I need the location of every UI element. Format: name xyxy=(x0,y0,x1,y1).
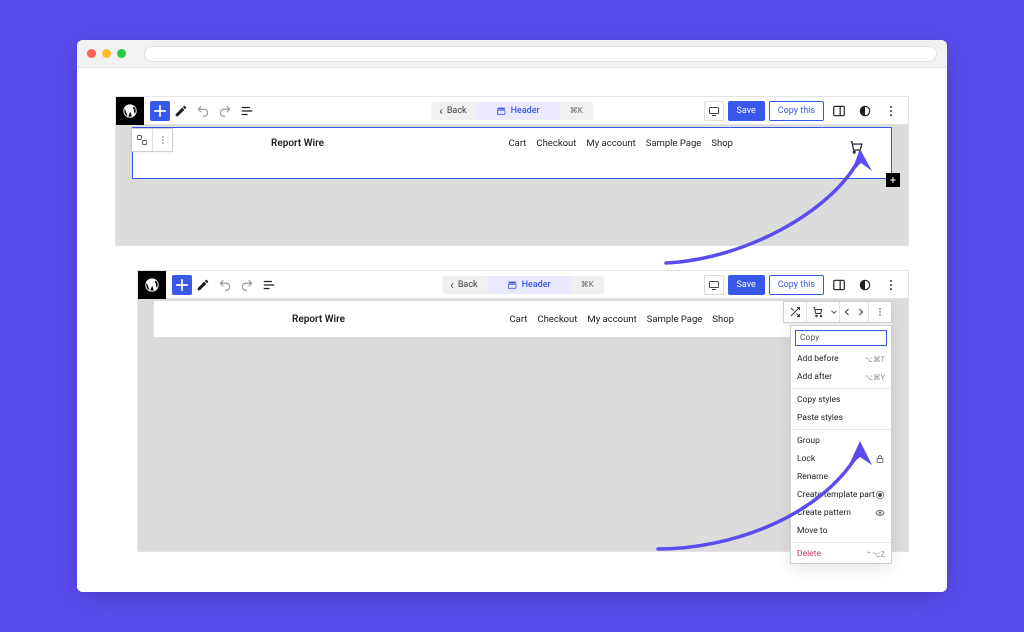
nav-item[interactable]: My account xyxy=(586,138,635,149)
copy-this-button[interactable]: Copy this xyxy=(769,101,824,121)
nav-item[interactable]: Checkout xyxy=(536,138,576,149)
url-bar[interactable] xyxy=(144,46,937,62)
device-preview-icon[interactable] xyxy=(704,275,724,295)
browser-window: Back Header ⌘K Save Copy this xyxy=(77,40,947,592)
menu-search-placeholder: Copy xyxy=(800,333,819,343)
wordpress-logo[interactable] xyxy=(116,97,144,125)
sidebar-toggle-icon[interactable] xyxy=(828,100,850,122)
wordpress-logo[interactable] xyxy=(138,271,166,299)
header-template-part[interactable]: Report Wire Cart Checkout My account Sam… xyxy=(132,127,892,179)
block-more-icon[interactable] xyxy=(869,302,891,322)
block-options-menu: Copy Add before⌥⌘T Add after⌥⌘Y Copy sty… xyxy=(790,325,892,564)
close-dot[interactable] xyxy=(87,49,96,58)
block-toolbar[interactable] xyxy=(783,301,892,323)
editor-toolbar: Back Header ⌘K Save Copy this xyxy=(116,97,908,125)
save-button[interactable]: Save xyxy=(728,101,765,121)
editor-screenshot-2: Back Header ⌘K Save Copy this xyxy=(137,270,909,552)
breadcrumb-current[interactable]: Header xyxy=(477,102,560,120)
menu-add-after[interactable]: Add after⌥⌘Y xyxy=(791,368,891,386)
nav-item[interactable]: Cart xyxy=(508,138,526,149)
styles-icon[interactable] xyxy=(854,100,876,122)
menu-lock[interactable]: Lock xyxy=(791,450,891,468)
template-part-icon xyxy=(875,490,885,500)
nav-menu[interactable]: Cart Checkout My account Sample Page Sho… xyxy=(509,314,734,325)
undo-icon[interactable] xyxy=(214,274,236,296)
breadcrumb-label: Header xyxy=(511,106,540,116)
edit-icon[interactable] xyxy=(170,100,192,122)
append-block-button[interactable]: + xyxy=(886,173,900,187)
minimize-dot[interactable] xyxy=(102,49,111,58)
menu-rename[interactable]: Rename xyxy=(791,468,891,486)
sidebar-toggle-icon[interactable] xyxy=(828,274,850,296)
nav-item[interactable]: Shop xyxy=(711,138,733,149)
editor-toolbar: Back Header ⌘K Save Copy this xyxy=(138,271,908,299)
breadcrumb-label: Header xyxy=(522,280,551,290)
menu-copy-styles[interactable]: Copy styles xyxy=(791,391,891,409)
browser-titlebar xyxy=(77,40,947,68)
block-handle[interactable] xyxy=(131,128,173,152)
cart-icon[interactable] xyxy=(849,140,863,154)
menu-group[interactable]: Group xyxy=(791,432,891,450)
breadcrumb-kbd: ⌘K xyxy=(571,280,604,289)
breadcrumb-current[interactable]: Header xyxy=(488,276,571,294)
nav-item[interactable]: Cart xyxy=(509,314,527,325)
menu-move-to[interactable]: Move to xyxy=(791,522,891,540)
nav-item[interactable]: Shop xyxy=(712,314,734,325)
redo-icon[interactable] xyxy=(214,100,236,122)
editor-canvas-1[interactable]: Report Wire Cart Checkout My account Sam… xyxy=(116,125,908,245)
breadcrumb-kbd: ⌘K xyxy=(560,106,593,115)
menu-add-before[interactable]: Add before⌥⌘T xyxy=(791,350,891,368)
menu-create-pattern[interactable]: Create pattern xyxy=(791,504,891,522)
insert-block-button[interactable] xyxy=(172,275,192,295)
header-template-part[interactable]: Report Wire Cart Checkout My account Sam… xyxy=(154,301,892,337)
nav-item[interactable]: Sample Page xyxy=(646,138,702,149)
copy-this-button[interactable]: Copy this xyxy=(769,275,824,295)
menu-search-input[interactable]: Copy xyxy=(795,330,887,346)
move-left-icon[interactable] xyxy=(840,302,854,322)
nav-item[interactable]: My account xyxy=(587,314,636,325)
pattern-icon xyxy=(875,508,885,518)
styles-icon[interactable] xyxy=(854,274,876,296)
template-breadcrumb[interactable]: Back Header ⌘K xyxy=(442,276,604,294)
menu-delete[interactable]: Delete⌃⌥Z xyxy=(791,545,891,563)
nav-item[interactable]: Checkout xyxy=(537,314,577,325)
list-view-icon[interactable] xyxy=(258,274,280,296)
more-options-icon[interactable] xyxy=(880,100,902,122)
save-button[interactable]: Save xyxy=(728,275,765,295)
block-type-icon[interactable] xyxy=(132,129,152,151)
nav-menu[interactable]: Cart Checkout My account Sample Page Sho… xyxy=(508,138,733,149)
lock-icon xyxy=(875,454,885,464)
more-options-icon[interactable] xyxy=(880,274,902,296)
maximize-dot[interactable] xyxy=(117,49,126,58)
block-shuffle-icon[interactable] xyxy=(784,302,806,322)
menu-paste-styles[interactable]: Paste styles xyxy=(791,409,891,427)
undo-icon[interactable] xyxy=(192,100,214,122)
block-more-icon[interactable] xyxy=(152,129,172,151)
redo-icon[interactable] xyxy=(236,274,258,296)
device-preview-icon[interactable] xyxy=(704,101,724,121)
editor-screenshot-1: Back Header ⌘K Save Copy this xyxy=(115,96,909,246)
list-view-icon[interactable] xyxy=(236,100,258,122)
breadcrumb-back[interactable]: Back xyxy=(431,104,476,118)
site-title[interactable]: Report Wire xyxy=(271,138,324,149)
nav-item[interactable]: Sample Page xyxy=(647,314,703,325)
template-breadcrumb[interactable]: Back Header ⌘K xyxy=(431,102,593,120)
editor-canvas-2[interactable]: Report Wire Cart Checkout My account Sam… xyxy=(138,299,908,551)
menu-create-template-part[interactable]: Create template part xyxy=(791,486,891,504)
page-stage: Back Header ⌘K Save Copy this xyxy=(77,68,947,592)
insert-block-button[interactable] xyxy=(150,101,170,121)
chevron-down-icon[interactable] xyxy=(829,302,839,322)
site-title[interactable]: Report Wire xyxy=(292,314,345,325)
breadcrumb-back[interactable]: Back xyxy=(442,278,487,292)
move-right-icon[interactable] xyxy=(854,302,868,322)
mini-cart-icon[interactable] xyxy=(807,302,829,322)
edit-icon[interactable] xyxy=(192,274,214,296)
